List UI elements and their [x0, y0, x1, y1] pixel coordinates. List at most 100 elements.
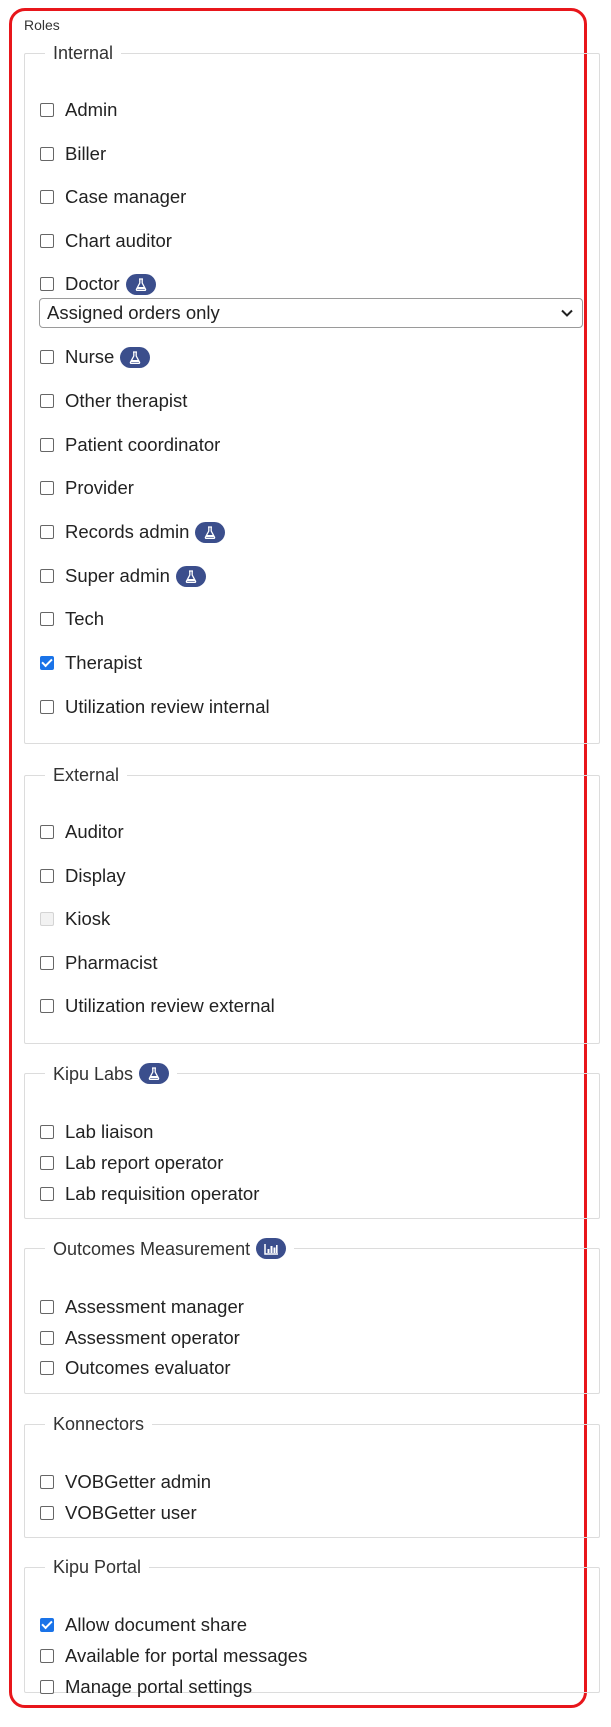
role-case-manager[interactable]: Case manager: [40, 185, 186, 209]
role-label: VOBGetter user: [65, 1502, 197, 1523]
checkbox[interactable]: [40, 481, 54, 495]
role-label: Outcomes evaluator: [65, 1357, 231, 1378]
flask-icon: [120, 346, 151, 368]
role-manage-portal-settings[interactable]: Manage portal settings: [40, 1675, 252, 1699]
role-therapist[interactable]: Therapist: [40, 651, 142, 675]
checkbox[interactable]: [40, 1125, 54, 1139]
role-label: Admin: [65, 99, 118, 120]
checkbox[interactable]: [40, 1331, 54, 1345]
group-kipu-portal: Kipu Portal Allow document share Availab…: [24, 1557, 600, 1697]
role-lab-requisition-operator[interactable]: Lab requisition operator: [40, 1182, 259, 1206]
role-label: Chart auditor: [65, 230, 172, 251]
checkbox[interactable]: [40, 1475, 54, 1489]
role-label: Biller: [65, 143, 107, 164]
doctor-access-select[interactable]: Assigned orders only: [39, 298, 583, 328]
flask-icon: [195, 521, 226, 543]
role-label: Other therapist: [65, 390, 188, 411]
role-label: Utilization review external: [65, 995, 275, 1016]
group-kipu-labs: Kipu Labs Lab liaison Lab report operato…: [24, 1063, 600, 1219]
role-utilization-review-internal[interactable]: Utilization review internal: [40, 695, 270, 719]
group-legend: Kipu Portal: [53, 1557, 142, 1577]
checkbox[interactable]: [40, 869, 54, 883]
checkbox[interactable]: [40, 956, 54, 970]
checkbox[interactable]: [40, 525, 54, 539]
checkbox[interactable]: [40, 147, 54, 161]
checkbox-disabled: [40, 912, 54, 926]
role-vobgetter-user[interactable]: VOBGetter user: [40, 1501, 197, 1525]
role-nurse[interactable]: Nurse: [40, 345, 151, 369]
checkbox-checked[interactable]: [40, 1618, 54, 1632]
role-biller[interactable]: Biller: [40, 142, 106, 166]
checkbox[interactable]: [40, 700, 54, 714]
role-label: Available for portal messages: [65, 1645, 308, 1666]
role-assessment-operator[interactable]: Assessment operator: [40, 1326, 240, 1350]
group-legend: Outcomes Measurement: [45, 1238, 294, 1259]
role-label: Manage portal settings: [65, 1676, 253, 1697]
group-external: External Auditor Display Kiosk Pharmacis…: [24, 765, 600, 1044]
role-label: VOBGetter admin: [65, 1471, 212, 1492]
checkbox[interactable]: [40, 1300, 54, 1314]
checkbox[interactable]: [40, 569, 54, 583]
role-outcomes-evaluator[interactable]: Outcomes evaluator: [40, 1356, 231, 1380]
role-provider[interactable]: Provider: [40, 476, 134, 500]
group-legend: External: [53, 765, 120, 785]
role-doctor[interactable]: Doctor: [40, 272, 156, 296]
role-vobgetter-admin[interactable]: VOBGetter admin: [40, 1470, 211, 1494]
role-other-therapist[interactable]: Other therapist: [40, 389, 187, 413]
checkbox[interactable]: [40, 1506, 54, 1520]
role-pharmacist[interactable]: Pharmacist: [40, 951, 158, 975]
role-admin[interactable]: Admin: [40, 98, 117, 122]
role-assessment-manager[interactable]: Assessment manager: [40, 1295, 244, 1319]
role-lab-report-operator[interactable]: Lab report operator: [40, 1151, 223, 1175]
role-patient-coordinator[interactable]: Patient coordinator: [40, 433, 220, 457]
role-label: Lab requisition operator: [65, 1183, 260, 1204]
checkbox[interactable]: [40, 190, 54, 204]
group-internal: Internal Admin Biller Case manager Chart…: [24, 43, 600, 744]
role-tech[interactable]: Tech: [40, 607, 104, 631]
checkbox[interactable]: [40, 438, 54, 452]
flask-icon: [125, 273, 156, 295]
role-label: Allow document share: [65, 1614, 248, 1635]
role-kiosk: Kiosk: [40, 907, 110, 931]
role-label: Assessment operator: [65, 1327, 240, 1348]
checkbox[interactable]: [40, 1361, 54, 1375]
checkbox[interactable]: [40, 1649, 54, 1663]
chevron-down-icon: [561, 309, 573, 317]
role-label: Kiosk: [65, 908, 111, 929]
role-display[interactable]: Display: [40, 864, 126, 888]
checkbox[interactable]: [40, 612, 54, 626]
group-legend: Internal: [53, 43, 114, 63]
role-label: Patient coordinator: [65, 434, 221, 455]
checkbox[interactable]: [40, 1187, 54, 1201]
role-records-admin[interactable]: Records admin: [40, 520, 226, 544]
role-available-for-portal-messages[interactable]: Available for portal messages: [40, 1644, 307, 1668]
role-lab-liaison[interactable]: Lab liaison: [40, 1120, 153, 1144]
flask-icon: [139, 1063, 170, 1084]
checkbox[interactable]: [40, 234, 54, 248]
legend-label: Kipu Labs: [53, 1063, 134, 1084]
role-label: Lab liaison: [65, 1121, 154, 1142]
role-super-admin[interactable]: Super admin: [40, 564, 206, 588]
checkbox[interactable]: [40, 1156, 54, 1170]
group-outcomes-measurement: Outcomes Measurement Assessment manager …: [24, 1238, 600, 1394]
role-label: Utilization review internal: [65, 696, 270, 717]
checkbox-checked[interactable]: [40, 656, 54, 670]
group-legend: Konnectors: [53, 1414, 145, 1434]
role-chart-auditor[interactable]: Chart auditor: [40, 229, 172, 253]
role-utilization-review-external[interactable]: Utilization review external: [40, 994, 275, 1018]
role-allow-document-share[interactable]: Allow document share: [40, 1613, 247, 1637]
role-label: Pharmacist: [65, 952, 158, 973]
checkbox[interactable]: [40, 277, 54, 291]
checkbox[interactable]: [40, 103, 54, 117]
select-value: Assigned orders only: [47, 302, 220, 323]
role-label: Provider: [65, 477, 134, 498]
checkbox[interactable]: [40, 1680, 54, 1694]
role-auditor[interactable]: Auditor: [40, 820, 124, 844]
role-label: Doctor: [65, 273, 120, 294]
checkbox[interactable]: [40, 999, 54, 1013]
checkbox[interactable]: [40, 350, 54, 364]
checkbox[interactable]: [40, 825, 54, 839]
role-label: Display: [65, 865, 126, 886]
role-label: Tech: [65, 608, 105, 629]
checkbox[interactable]: [40, 394, 54, 408]
